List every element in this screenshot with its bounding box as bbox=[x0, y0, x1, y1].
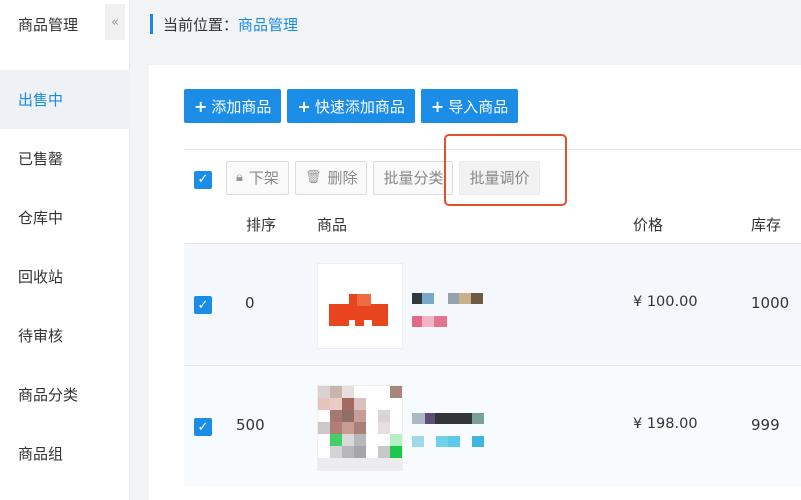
row-checkbox[interactable]: ✓ bbox=[194, 418, 212, 436]
collapse-sidebar-icon[interactable]: « bbox=[105, 4, 125, 40]
header-sort[interactable]: 排序 bbox=[246, 214, 276, 235]
product-image bbox=[318, 386, 402, 470]
table-row[interactable]: ✓ 0 ¥ 100.00 1000 bbox=[184, 243, 801, 364]
sidebar-item-categories[interactable]: 商品分类 bbox=[0, 365, 130, 424]
table-header: 排序 商品 价格 库存 bbox=[184, 205, 801, 243]
select-all-checkbox[interactable]: ✓ bbox=[194, 170, 212, 189]
import-product-button[interactable]: + 导入商品 bbox=[420, 89, 519, 123]
action-buttons: + 添加商品 + 快速添加商品 + 导入商品 bbox=[184, 89, 519, 123]
row-checkbox[interactable]: ✓ bbox=[194, 296, 212, 314]
main-panel: + 添加商品 + 快速添加商品 + 导入商品 ✓ 🔒︎ 下架 🗑︎ 删除 批量分… bbox=[149, 65, 801, 500]
offline-label: 下架 bbox=[248, 169, 279, 187]
sidebar-item-sold-out[interactable]: 已售罄 bbox=[0, 129, 130, 188]
trash-icon: 🗑︎ bbox=[304, 170, 322, 185]
add-product-label: 添加商品 bbox=[211, 97, 272, 116]
offline-button[interactable]: 🔒︎ 下架 bbox=[226, 160, 289, 195]
header-product: 商品 bbox=[317, 215, 348, 234]
breadcrumb: 当前位置： 商品管理 bbox=[150, 14, 298, 34]
header-price[interactable]: 价格 bbox=[633, 214, 663, 235]
batch-category-button[interactable]: 批量分类 bbox=[373, 160, 454, 195]
row-sort-value[interactable]: 500 bbox=[236, 416, 265, 434]
row-stock: 1000 bbox=[751, 294, 790, 312]
sidebar-nav: 出售中 已售罄 仓库中 回收站 待审核 商品分类 商品组 bbox=[0, 70, 130, 483]
row-sort-value[interactable]: 0 bbox=[245, 294, 255, 312]
quick-add-product-label: 快速添加商品 bbox=[314, 97, 405, 116]
sidebar-item-pending-review[interactable]: 待审核 bbox=[0, 306, 130, 365]
plus-icon: + bbox=[430, 96, 445, 116]
quick-add-product-button[interactable]: + 快速添加商品 bbox=[287, 89, 415, 123]
product-thumbnail[interactable] bbox=[317, 263, 403, 349]
add-product-button[interactable]: + 添加商品 bbox=[184, 89, 282, 123]
breadcrumb-prefix: 当前位置： bbox=[163, 15, 239, 34]
import-product-label: 导入商品 bbox=[448, 97, 509, 116]
product-thumbnail[interactable] bbox=[317, 385, 403, 471]
header-stock[interactable]: 库存 bbox=[751, 214, 781, 235]
plus-icon: + bbox=[194, 96, 208, 116]
highlight-annotation-box bbox=[444, 134, 567, 206]
breadcrumb-current[interactable]: 商品管理 bbox=[238, 14, 298, 35]
sidebar-item-product-groups[interactable]: 商品组 bbox=[0, 424, 130, 483]
plus-icon: + bbox=[297, 96, 311, 116]
sidebar: 商品管理 « 出售中 已售罄 仓库中 回收站 待审核 商品分类 商品组 bbox=[0, 0, 130, 500]
product-image bbox=[329, 294, 388, 326]
lock-icon: 🔒︎ bbox=[236, 170, 243, 185]
row-price: ¥ 100.00 bbox=[633, 294, 698, 310]
sidebar-title: 商品管理 bbox=[18, 16, 79, 34]
sidebar-item-on-sale[interactable]: 出售中 bbox=[0, 70, 130, 129]
row-price: ¥ 198.00 bbox=[633, 416, 698, 432]
table-row[interactable]: ✓ 500 ¥ 198.00 999 bbox=[184, 365, 801, 486]
delete-button[interactable]: 🗑︎ 删除 bbox=[294, 160, 368, 195]
row-stock: 999 bbox=[751, 416, 780, 434]
sidebar-item-warehouse[interactable]: 仓库中 bbox=[0, 188, 130, 247]
delete-label: 删除 bbox=[327, 169, 358, 187]
sidebar-item-recycle-bin[interactable]: 回收站 bbox=[0, 247, 130, 306]
